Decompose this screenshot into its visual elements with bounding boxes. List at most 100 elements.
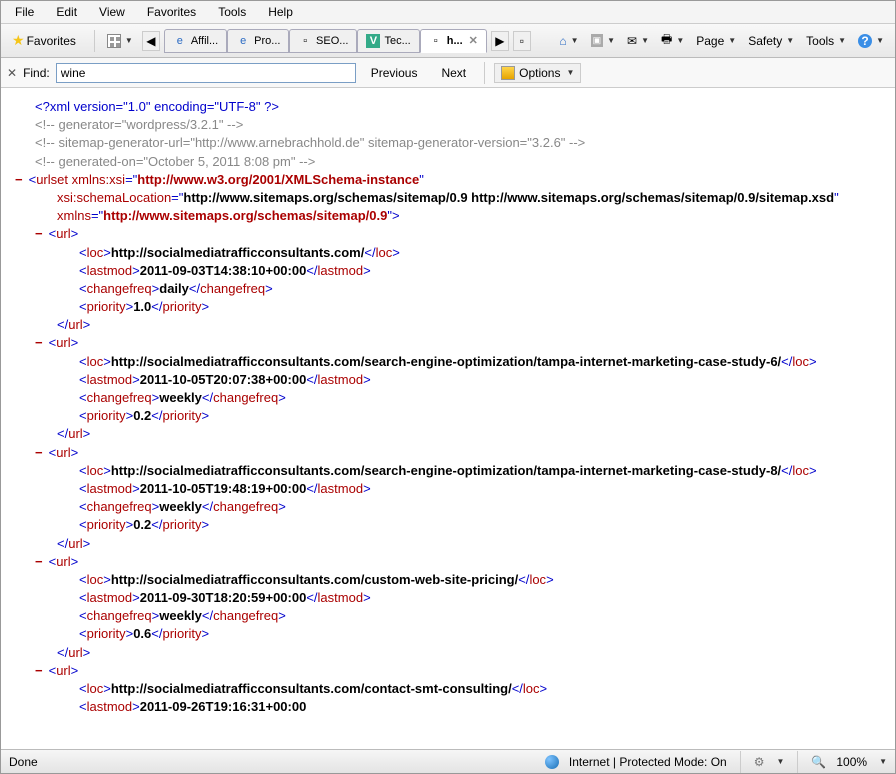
find-previous-button[interactable]: Previous [362,63,427,83]
tab-4-label: h... [447,35,463,47]
url-open: −<url> [15,553,881,571]
lastmod: <lastmod>2011-09-30T18:20:59+00:00</last… [15,589,881,607]
tab-3[interactable]: V Tec... [357,29,419,53]
tab-4-active[interactable]: ▫ h... ✕ [420,29,487,53]
ie-icon: e [173,34,187,48]
page-icon: ▫ [298,34,312,48]
xml-comment: <!-- sitemap-generator-url="http://www.a… [15,134,881,152]
menu-favorites[interactable]: Favorites [137,3,206,21]
favorites-button[interactable]: ★ Favorites [7,29,87,52]
menu-help[interactable]: Help [258,3,303,21]
lastmod: <lastmod>2011-09-26T19:16:31+00:00 [15,698,881,716]
url-open: −<url> [15,662,881,680]
menu-bar: File Edit View Favorites Tools Help [1,1,895,24]
page-menu[interactable]: Page▼ [691,31,741,51]
changefreq: <changefreq>weekly</changefreq> [15,389,881,407]
xml-comment: <!-- generator="wordpress/3.2.1" --> [15,116,881,134]
url-close: </url> [15,425,881,443]
mail-icon: ✉ [627,34,637,48]
menu-view[interactable]: View [89,3,135,21]
lastmod: <lastmod>2011-10-05T20:07:38+00:00</last… [15,371,881,389]
loc: <loc>http://socialmediatrafficconsultant… [15,571,881,589]
close-tab-icon[interactable]: ✕ [469,34,478,47]
priority: <priority>0.2</priority> [15,407,881,425]
separator [94,30,95,52]
url-close: </url> [15,316,881,334]
urlset-attr: xsi:schemaLocation="http://www.sitemaps.… [15,189,881,207]
changefreq: <changefreq>daily</changefreq> [15,280,881,298]
xml-viewer[interactable]: <?xml version="1.0" encoding="UTF-8" ?> … [1,88,895,749]
lastmod: <lastmod>2011-10-05T19:48:19+00:00</last… [15,480,881,498]
find-label: Find: [23,66,50,80]
find-bar: ✕ Find: Previous Next Options ▼ [1,58,895,88]
rss-icon: ▣ [591,34,604,47]
favorites-label: Favorites [27,34,76,48]
safety-menu-label: Safety [748,34,782,48]
print-button[interactable]: 🖶▼ [656,27,689,54]
tools-menu[interactable]: Tools▼ [801,31,851,51]
tab-2-label: SEO... [316,35,348,47]
collapse-icon[interactable]: − [35,554,43,569]
highlight-icon [501,66,515,80]
find-input[interactable] [56,63,356,83]
new-tab-button[interactable]: ▫ [513,31,531,51]
find-next-button[interactable]: Next [432,63,475,83]
zoom-icon: 🔍 [811,755,826,769]
status-bar: Done Internet | Protected Mode: On ⚙▼ 🔍 … [1,749,895,773]
tab-strip: e Affil... e Pro... ▫ SEO... V Tec... ▫ h... ✕ [164,29,487,53]
url-open: −<url> [15,225,881,243]
collapse-icon[interactable]: − [35,226,43,241]
tab-0[interactable]: e Affil... [164,29,227,53]
separator [797,751,798,773]
xml-comment: <!-- generated-on="October 5, 2011 8:08 … [15,153,881,171]
tab-3-label: Tec... [384,35,410,47]
separator [740,751,741,773]
url-close: </url> [15,644,881,662]
priority: <priority>1.0</priority> [15,298,881,316]
menu-file[interactable]: File [5,3,44,21]
protected-mode-icon[interactable]: ⚙ [754,755,765,769]
help-button[interactable]: ?▼ [853,31,889,51]
urlset-attr: xmlns="http://www.sitemaps.org/schemas/s… [15,207,881,225]
quick-tabs-button[interactable]: ▼ [102,31,138,51]
urlset-open: −<urlset xmlns:xsi="http://www.w3.org/20… [15,171,881,189]
help-icon: ? [858,34,872,48]
loc: <loc>http://socialmediatrafficconsultant… [15,244,881,262]
home-button[interactable]: ⌂▼ [554,31,583,51]
command-bar: ★ Favorites ▼ ◀ e Affil... e Pro... ▫ SEO..… [1,24,895,58]
find-close-button[interactable]: ✕ [7,66,17,80]
tab-0-label: Affil... [191,35,218,47]
zone-text: Internet | Protected Mode: On [569,755,727,769]
tab-2[interactable]: ▫ SEO... [289,29,357,53]
tab-scroll-right[interactable]: ▶ [491,31,509,51]
safety-menu[interactable]: Safety▼ [743,31,799,51]
collapse-icon[interactable]: − [35,663,43,678]
collapse-icon[interactable]: − [35,335,43,350]
mail-button[interactable]: ✉▼ [622,31,654,51]
feeds-button[interactable]: ▣▼ [586,31,620,50]
tab-1-label: Pro... [254,35,280,47]
home-icon: ⌂ [559,34,566,48]
url-close: </url> [15,535,881,553]
page-icon: ▫ [429,34,443,48]
tab-1[interactable]: e Pro... [227,29,289,53]
priority: <priority>0.2</priority> [15,516,881,534]
loc: <loc>http://socialmediatrafficconsultant… [15,353,881,371]
tools-menu-label: Tools [806,34,834,48]
internet-zone-icon [545,755,559,769]
zoom-level[interactable]: 100% [836,755,867,769]
find-options-button[interactable]: Options ▼ [494,63,581,83]
v-icon: V [366,34,380,48]
menu-edit[interactable]: Edit [46,3,87,21]
menu-tools[interactable]: Tools [208,3,256,21]
priority: <priority>0.6</priority> [15,625,881,643]
collapse-icon[interactable]: − [35,445,43,460]
tab-scroll-left[interactable]: ◀ [142,31,160,51]
ie-icon: e [236,34,250,48]
zoom-dropdown[interactable]: ▼ [879,757,887,766]
collapse-icon[interactable]: − [15,172,23,187]
status-text: Done [9,755,38,769]
changefreq: <changefreq>weekly</changefreq> [15,607,881,625]
separator [484,62,485,84]
print-icon: 🖶 [661,30,672,51]
